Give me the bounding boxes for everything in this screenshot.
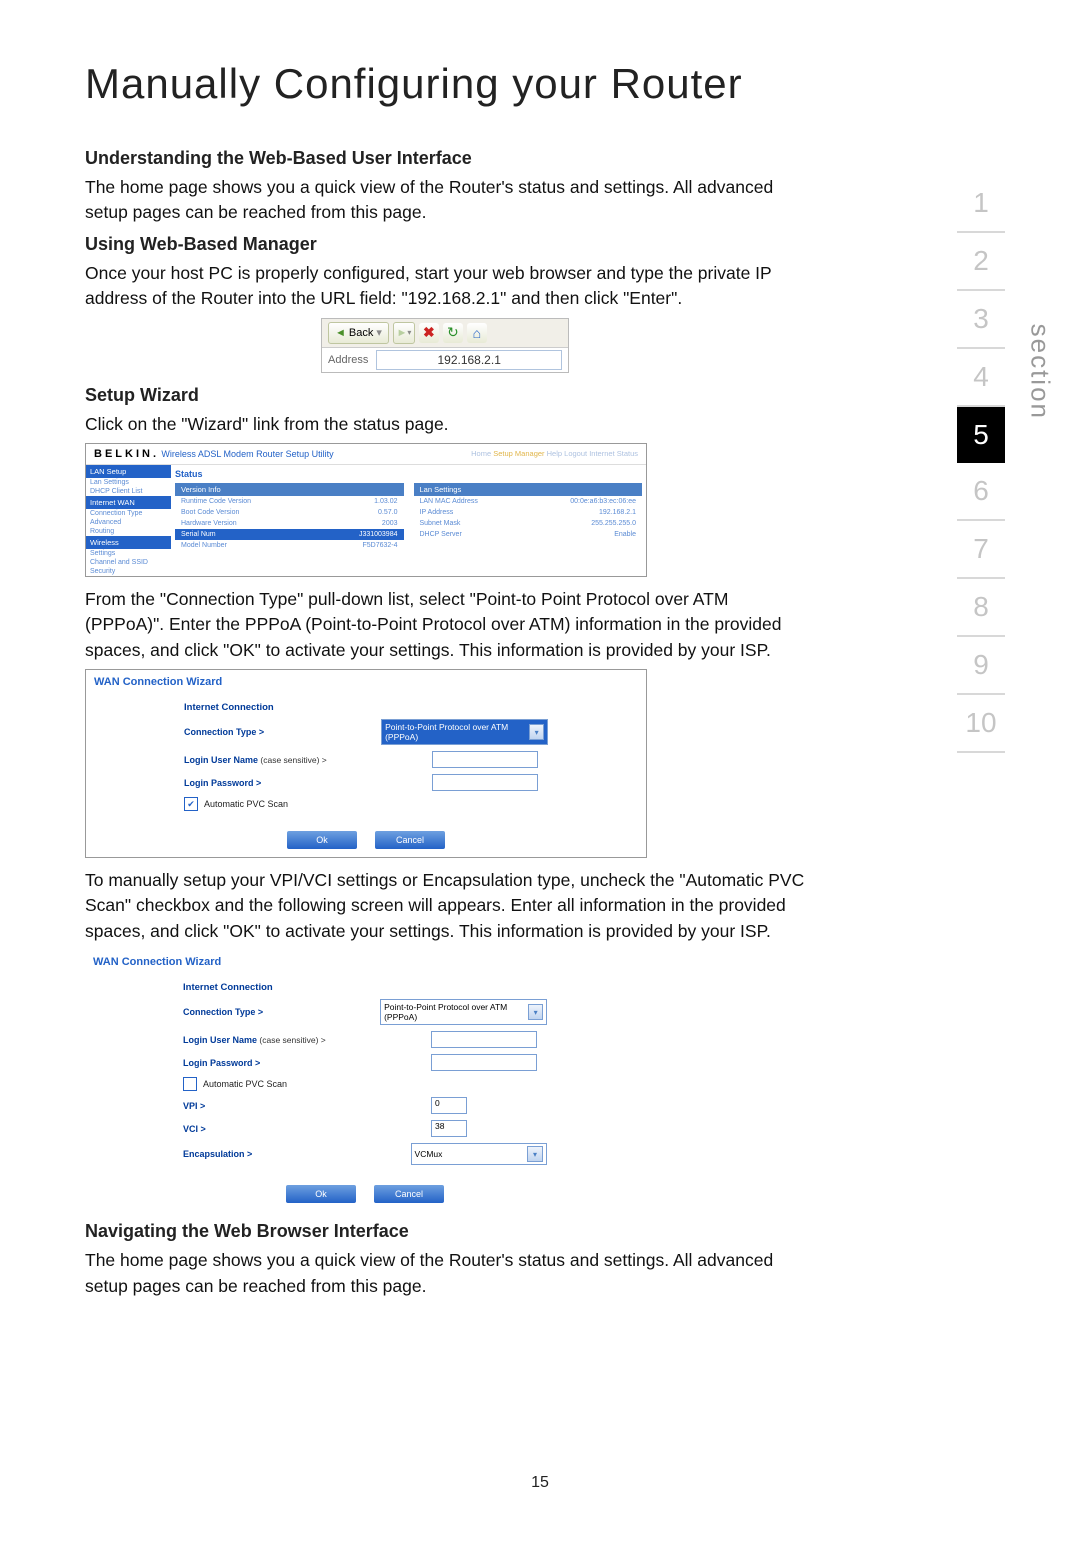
username-input[interactable] [431, 1031, 537, 1048]
forward-arrow-icon: ► [396, 327, 407, 339]
encapsulation-select[interactable]: VCMux▾ [411, 1143, 547, 1165]
section-4[interactable]: 4 [957, 349, 1005, 407]
cancel-button[interactable]: Cancel [375, 831, 445, 849]
chevron-down-icon: ▾ [528, 1004, 543, 1020]
chevron-down-icon: ▾ [529, 724, 544, 740]
heading-setup-wizard: Setup Wizard [85, 385, 805, 406]
section-8[interactable]: 8 [957, 579, 1005, 637]
utility-title: Wireless ADSL Modem Router Setup Utility [161, 449, 333, 459]
connection-type-select[interactable]: Point-to-Point Protocol over ATM (PPPoA)… [381, 719, 548, 745]
refresh-icon: ↻ [447, 324, 459, 341]
para-manual-vpi: To manually setup your VPI/VCI settings … [85, 868, 805, 944]
back-arrow-icon: ◄ [335, 327, 346, 339]
stop-icon: ✖ [423, 324, 435, 341]
heading-understanding: Understanding the Web-Based User Interfa… [85, 148, 805, 169]
back-button[interactable]: ◄ Back ▾ [328, 322, 389, 344]
section-7[interactable]: 7 [957, 521, 1005, 579]
section-6[interactable]: 6 [957, 463, 1005, 521]
ok-button[interactable]: Ok [287, 831, 357, 849]
refresh-button[interactable]: ↻ [443, 323, 463, 343]
address-label: Address [328, 354, 368, 366]
home-button[interactable]: ⌂ [467, 323, 487, 343]
vci-input[interactable]: 38 [431, 1120, 467, 1137]
status-nav: LAN Setup Lan Settings DHCP Client List … [86, 465, 171, 576]
section-9[interactable]: 9 [957, 637, 1005, 695]
para-webmanager: Once your host PC is properly configured… [85, 261, 805, 312]
section-1[interactable]: 1 [957, 175, 1005, 233]
connection-type-select[interactable]: Point-to-Point Protocol over ATM (PPPoA)… [380, 999, 547, 1025]
password-input[interactable] [431, 1054, 537, 1071]
belkin-logo: BELKIN. [94, 448, 159, 460]
wizard-screenshot-1: WAN Connection Wizard Internet Connectio… [85, 669, 647, 858]
para-navigating: The home page shows you a quick view of … [85, 1248, 805, 1299]
pvc-checkbox[interactable] [184, 797, 198, 811]
para-understanding: The home page shows you a quick view of … [85, 175, 805, 226]
heading-webmanager: Using Web-Based Manager [85, 234, 805, 255]
para-conn-type: From the "Connection Type" pull-down lis… [85, 587, 805, 663]
username-input[interactable] [432, 751, 538, 768]
chevron-down-icon: ▾ [527, 1146, 543, 1162]
util-links: Home Setup Manager Help Logout Internet … [471, 449, 638, 458]
section-5[interactable]: 5 [957, 407, 1005, 463]
heading-navigating: Navigating the Web Browser Interface [85, 1221, 805, 1242]
browser-toolbar: ◄ Back ▾ ►▾ ✖ ↻ ⌂ Address 192.168.2.1 [321, 318, 569, 373]
home-icon: ⌂ [473, 325, 481, 341]
dropdown-icon: ▾ [376, 326, 382, 339]
stop-button[interactable]: ✖ [419, 323, 439, 343]
section-2[interactable]: 2 [957, 233, 1005, 291]
address-field[interactable]: 192.168.2.1 [376, 350, 562, 370]
forward-button[interactable]: ►▾ [393, 322, 415, 344]
page-title: Manually Configuring your Router [85, 60, 805, 108]
vpi-input[interactable]: 0 [431, 1097, 467, 1114]
wizard-screenshot-2: WAN Connection Wizard Internet Connectio… [85, 950, 645, 1211]
section-10[interactable]: 10 [957, 695, 1005, 753]
section-nav: 1 2 3 4 5 6 7 8 9 10 [957, 175, 1005, 753]
ok-button[interactable]: Ok [286, 1185, 356, 1203]
cancel-button[interactable]: Cancel [374, 1185, 444, 1203]
section-3[interactable]: 3 [957, 291, 1005, 349]
para-setup-wizard: Click on the "Wizard" link from the stat… [85, 412, 805, 437]
page-number: 15 [0, 1474, 1080, 1492]
password-input[interactable] [432, 774, 538, 791]
section-label: section [1024, 324, 1055, 420]
status-screenshot: BELKIN. Wireless ADSL Modem Router Setup… [85, 443, 647, 577]
pvc-checkbox[interactable] [183, 1077, 197, 1091]
